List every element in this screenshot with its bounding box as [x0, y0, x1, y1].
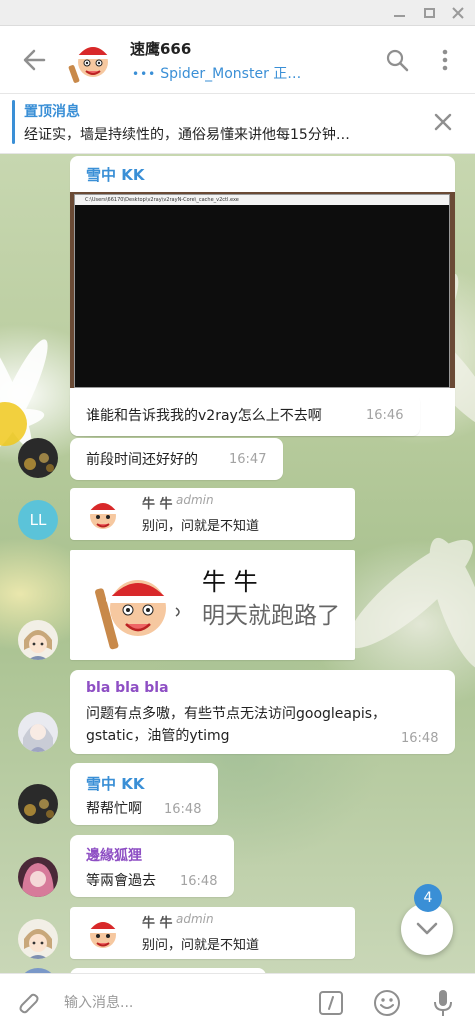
admin-badge: admin: [176, 493, 214, 507]
message-sender[interactable]: 邊緣狐狸: [86, 845, 142, 865]
chat-header: 速鹰666 ••• Spider_Monster 正…: [0, 26, 475, 94]
reply-sender: 牛 牛: [142, 497, 173, 512]
message-bubble-text[interactable]: bla bla bla 问题有点多嗷，有些节点无法访问googleapis， g…: [70, 670, 455, 754]
reply-text: 别问，问就是不知道: [142, 938, 260, 953]
microphone-icon[interactable]: [431, 988, 455, 1018]
sticker-thumbnail-icon: [88, 922, 118, 948]
message-time: 16:48: [401, 731, 439, 746]
search-icon[interactable]: [385, 48, 409, 72]
message-composer: [0, 973, 475, 1030]
screenshot-window-title: C:\Users\66170\Desktop\v2ray\v2rayN-Core…: [75, 195, 449, 205]
typing-dots: •••: [132, 67, 157, 81]
minimize-icon[interactable]: [388, 3, 410, 23]
reply-forward-card[interactable]: 牛 牛 admin 别问，问就是不知道: [70, 488, 355, 540]
message-time: 16:48: [164, 802, 202, 817]
paperclip-icon[interactable]: [14, 989, 42, 1017]
pinned-accent-line: [12, 100, 15, 144]
message-text: 谁能和告诉我我的v2ray怎么上不去啊: [86, 408, 322, 424]
avatar[interactable]: [18, 919, 58, 959]
message-list[interactable]: 雪中 KK C:\Users\66170\Desktop\v2ray\v2ray…: [0, 154, 475, 973]
admin-badge: admin: [176, 912, 214, 926]
message-sender[interactable]: 雪中 KK: [86, 164, 144, 185]
message-text-line1: 问题有点多嗷，有些节点无法访问googleapis，: [86, 706, 387, 722]
typing-status-text: Spider_Monster 正…: [160, 66, 302, 82]
message-image[interactable]: C:\Users\66170\Desktop\v2ray\v2rayN-Core…: [70, 192, 455, 388]
pinned-text: 经证实，墙是持续性的，通俗易懂来讲他每15分钟…: [24, 127, 350, 143]
message-bubble-text[interactable]: 雪中 KK 帮帮忙啊 16:48: [70, 763, 218, 825]
avatar[interactable]: [18, 438, 58, 478]
more-options-icon[interactable]: [437, 48, 453, 72]
sticker-title: 牛 牛: [202, 568, 258, 596]
avatar[interactable]: [18, 712, 58, 752]
chat-title[interactable]: 速鹰666: [130, 38, 191, 59]
message-time: 16:47: [229, 452, 267, 467]
reply-sender: 牛 牛: [142, 916, 173, 931]
typing-status: ••• Spider_Monster 正…: [132, 63, 301, 83]
message-text-line2: gstatic，油管的ytimg: [86, 728, 230, 744]
message-text: 前段时间还好好的: [86, 452, 198, 468]
chevron-down-icon: [416, 922, 438, 935]
sticker-image: [95, 580, 180, 650]
avatar[interactable]: [18, 857, 58, 897]
back-arrow-icon[interactable]: [20, 46, 48, 74]
message-sender[interactable]: 雪中 KK: [86, 773, 144, 794]
maximize-icon[interactable]: [418, 3, 440, 23]
message-text: 帮帮忙啊: [86, 801, 142, 817]
message-time: 16:48: [180, 874, 218, 889]
message-input[interactable]: [64, 992, 304, 1014]
avatar[interactable]: [18, 784, 58, 824]
message-bubble-text[interactable]: 邊緣狐狸 等兩會過去 16:48: [70, 835, 234, 897]
sticker-message[interactable]: 牛 牛 明天就跑路了: [70, 550, 355, 660]
pinned-title: 置顶消息: [24, 104, 80, 120]
close-pinned-icon[interactable]: [433, 112, 453, 132]
close-icon[interactable]: [447, 3, 469, 23]
window-title-bar: [0, 0, 475, 26]
message-bubble-text[interactable]: 谁能和告诉我我的v2ray怎么上不去啊 16:46: [70, 394, 420, 436]
emoji-icon[interactable]: [373, 989, 401, 1017]
group-avatar[interactable]: [68, 35, 118, 85]
message-bubble-text[interactable]: 前段时间还好好的 16:47: [70, 438, 283, 480]
sticker-caption: 明天就跑路了: [202, 603, 340, 629]
bot-command-icon[interactable]: [318, 990, 344, 1016]
message-sender[interactable]: bla bla bla: [86, 680, 169, 696]
sticker-thumbnail-icon: [88, 503, 118, 529]
message-text: 等兩會過去: [86, 873, 156, 889]
reply-text: 别问，问就是不知道: [142, 519, 260, 534]
avatar[interactable]: [18, 620, 58, 660]
message-time: 16:46: [366, 408, 404, 423]
reply-forward-card[interactable]: 牛 牛 admin 别问，问就是不知道: [70, 907, 355, 959]
pinned-message-bar[interactable]: 置顶消息 经证实，墙是持续性的，通俗易懂来讲他每15分钟…: [0, 94, 475, 154]
unread-count-badge: 4: [414, 884, 442, 912]
avatar-initials[interactable]: LL: [18, 500, 58, 540]
